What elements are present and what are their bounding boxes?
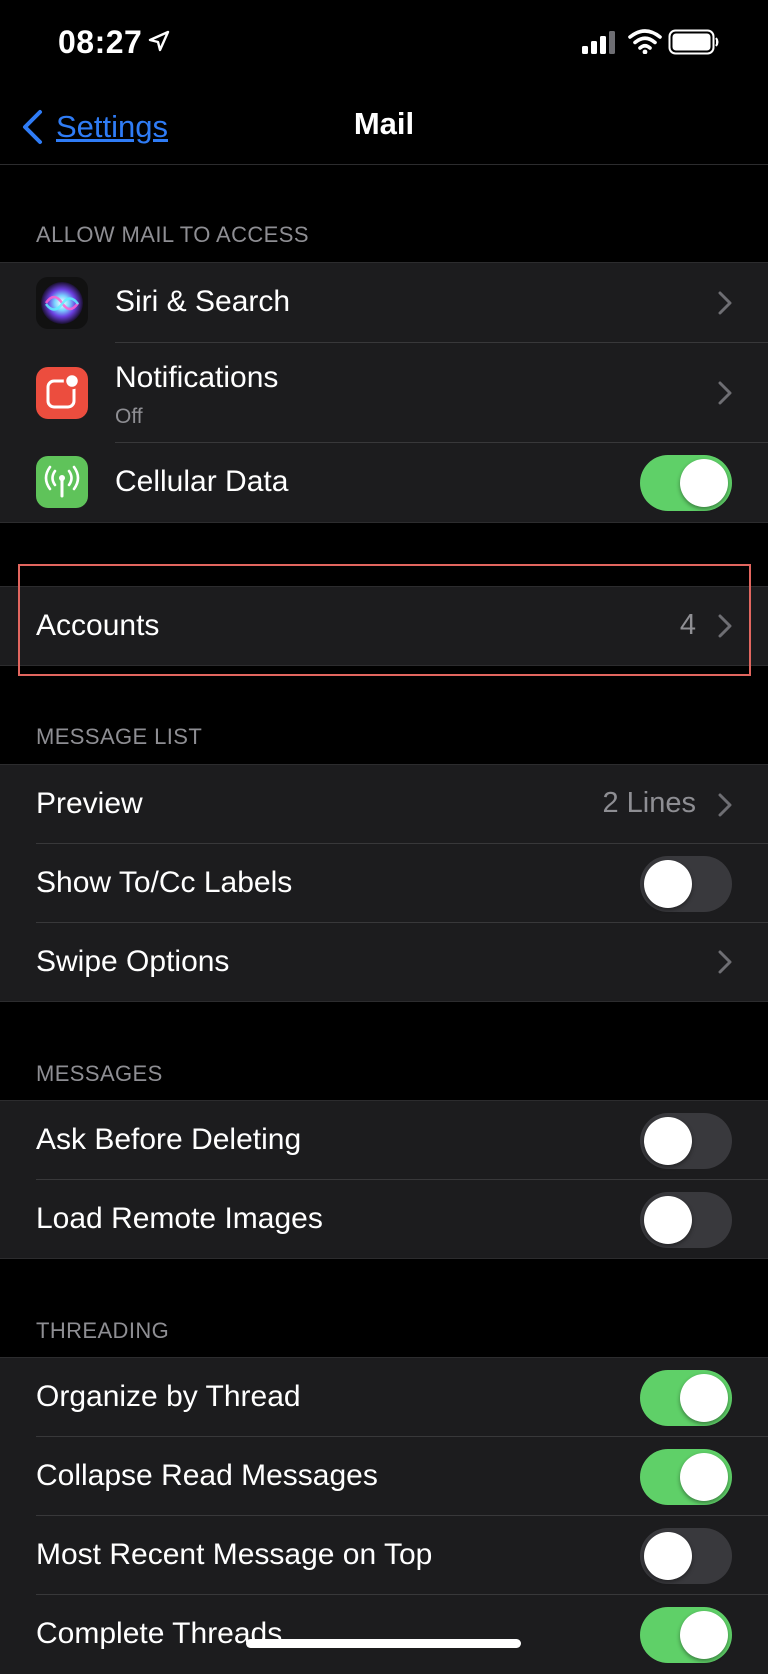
message-list-group: Preview 2 Lines Show To/Cc Labels Swipe … [0, 764, 768, 1002]
threading-group: Organize by Thread Collapse Read Message… [0, 1357, 768, 1674]
toggle-knob [644, 1532, 692, 1580]
battery-icon [668, 29, 719, 55]
page-title: Mail [353, 106, 415, 141]
accounts-count: 4 [679, 609, 696, 641]
preview-label: Preview [36, 787, 143, 820]
toggle-knob [680, 459, 728, 507]
ask-before-deleting-label: Ask Before Deleting [36, 1123, 302, 1156]
complete-threads-row: Complete Threads [0, 1595, 768, 1674]
allow-access-group: Siri & Search Notifications Off Cellular… [0, 262, 768, 523]
toggle-knob [680, 1374, 728, 1422]
notifications-row[interactable]: Notifications Off [0, 343, 768, 443]
section-header-threading: THREADING [36, 1318, 170, 1343]
cellular-data-label: Cellular Data [115, 465, 289, 498]
chevron-right-icon [718, 614, 732, 638]
accounts-group: Accounts 4 [0, 586, 768, 666]
load-remote-images-label: Load Remote Images [36, 1202, 323, 1235]
accounts-label: Accounts [36, 609, 160, 642]
siri-icon [36, 277, 88, 329]
toggle-knob [644, 1117, 692, 1165]
wifi-icon [628, 29, 662, 54]
toggle-knob [644, 860, 692, 908]
home-indicator[interactable] [246, 1639, 521, 1648]
chevron-right-icon [718, 291, 732, 315]
cellular-signal-icon [582, 31, 615, 54]
collapse-read-messages-label: Collapse Read Messages [36, 1459, 378, 1492]
organize-by-thread-toggle[interactable] [640, 1370, 732, 1426]
organize-by-thread-label: Organize by Thread [36, 1380, 301, 1413]
ask-before-deleting-toggle[interactable] [640, 1113, 732, 1169]
show-to-cc-label: Show To/Cc Labels [36, 866, 293, 899]
chevron-right-icon [718, 793, 732, 817]
preview-value: 2 Lines [602, 787, 696, 819]
complete-threads-label: Complete Threads [36, 1617, 283, 1650]
notifications-status: Off [115, 405, 143, 428]
most-recent-on-top-label: Most Recent Message on Top [36, 1538, 433, 1571]
chevron-right-icon [718, 950, 732, 974]
load-remote-images-row: Load Remote Images [0, 1180, 768, 1258]
cellular-data-toggle[interactable] [640, 455, 732, 511]
siri-search-row[interactable]: Siri & Search [0, 263, 768, 343]
toggle-knob [644, 1196, 692, 1244]
siri-search-label: Siri & Search [115, 285, 291, 318]
collapse-read-messages-row: Collapse Read Messages [0, 1437, 768, 1516]
section-header-allow-access: ALLOW MAIL TO ACCESS [36, 222, 309, 247]
complete-threads-toggle[interactable] [640, 1607, 732, 1663]
messages-group: Ask Before Deleting Load Remote Images [0, 1100, 768, 1259]
show-to-cc-row: Show To/Cc Labels [0, 844, 768, 923]
organize-by-thread-row: Organize by Thread [0, 1358, 768, 1437]
notifications-label: Notifications [115, 361, 279, 394]
most-recent-on-top-row: Most Recent Message on Top [0, 1516, 768, 1595]
notifications-icon [36, 367, 88, 419]
collapse-read-messages-toggle[interactable] [640, 1449, 732, 1505]
preview-row[interactable]: Preview 2 Lines [0, 765, 768, 844]
section-header-message-list: MESSAGE LIST [36, 724, 203, 749]
ask-before-deleting-row: Ask Before Deleting [0, 1101, 768, 1180]
swipe-options-label: Swipe Options [36, 945, 230, 978]
chevron-right-icon [718, 381, 732, 405]
swipe-options-row[interactable]: Swipe Options [0, 923, 768, 1001]
cellular-antenna-icon [36, 456, 88, 508]
cellular-data-row: Cellular Data [0, 443, 768, 522]
status-time: 08:27 [58, 24, 143, 60]
navigation-bar: Settings Mail [0, 90, 768, 165]
load-remote-images-toggle[interactable] [640, 1192, 732, 1248]
location-arrow-icon [148, 30, 170, 52]
toggle-knob [680, 1611, 728, 1659]
toggle-knob [680, 1453, 728, 1501]
section-header-messages: MESSAGES [36, 1061, 163, 1086]
show-to-cc-toggle[interactable] [640, 856, 732, 912]
most-recent-on-top-toggle[interactable] [640, 1528, 732, 1584]
accounts-row[interactable]: Accounts 4 [0, 587, 768, 665]
status-bar: 08:27 [0, 0, 768, 90]
